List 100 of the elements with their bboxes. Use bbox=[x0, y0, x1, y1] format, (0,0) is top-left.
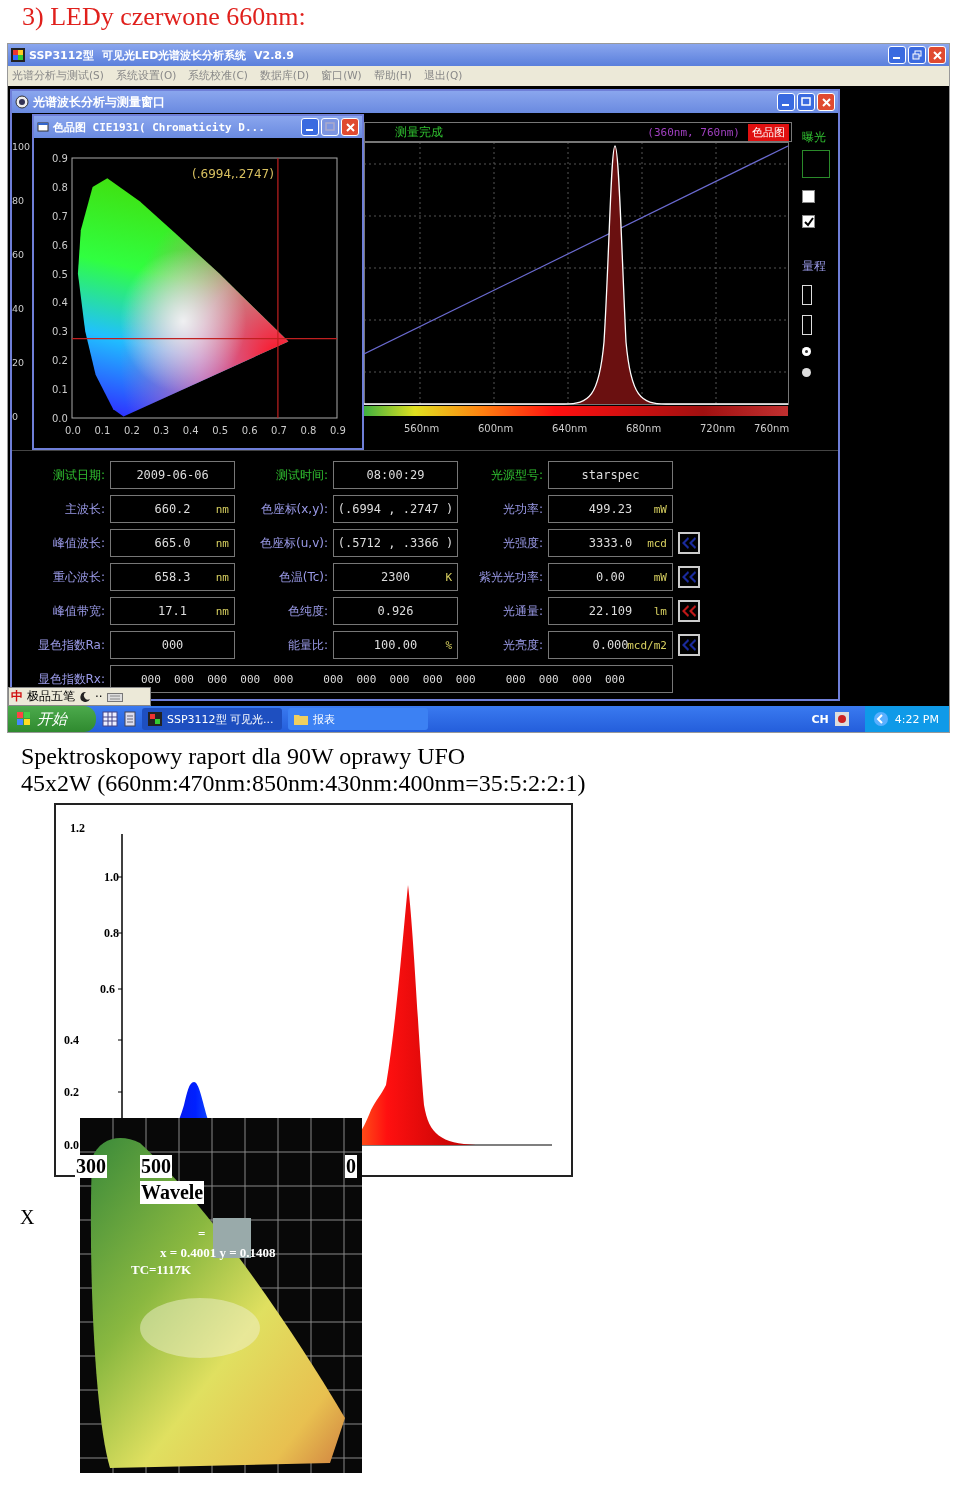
restore-button[interactable] bbox=[908, 46, 926, 64]
checkbox[interactable] bbox=[802, 190, 815, 203]
tick-label: 1.2 bbox=[70, 821, 85, 835]
field-label: 色温(Tc): bbox=[277, 568, 328, 586]
field-label: 光亮度: bbox=[501, 636, 543, 654]
value-field: 660.2 nm bbox=[110, 495, 235, 523]
tick-label: 0.3 bbox=[52, 326, 68, 338]
close-button[interactable] bbox=[341, 118, 359, 136]
caption-line: Spektroskopowy raport dla 90W oprawy UFO bbox=[21, 743, 467, 770]
input-method-name: 极品五笔 bbox=[27, 688, 75, 705]
close-icon bbox=[932, 50, 942, 60]
tick-label: 640nm bbox=[552, 423, 588, 434]
range-field[interactable] bbox=[802, 315, 812, 335]
tick-label: 0.0 bbox=[65, 425, 81, 436]
value-field: 000 bbox=[110, 631, 235, 659]
value-field: 000 000 000 000 000 000 000 000 000 000 000 000 000 000 bbox=[110, 665, 673, 693]
tick-label: 0.0 bbox=[52, 413, 68, 424]
radio-button[interactable] bbox=[802, 347, 811, 356]
language-indicator[interactable]: CH bbox=[811, 712, 829, 726]
taskbar-button[interactable]: 报表 bbox=[288, 708, 428, 730]
eye-icon bbox=[15, 95, 29, 109]
chevron-left-icon[interactable] bbox=[872, 711, 889, 727]
tick-label: 0.5 bbox=[52, 268, 68, 280]
tick-label: 560nm bbox=[404, 423, 440, 434]
start-button[interactable]: 开始 bbox=[8, 706, 96, 732]
tick-label: 0.0 bbox=[64, 1138, 79, 1152]
value-field: 658.3 nm bbox=[110, 563, 235, 591]
app-icon bbox=[148, 712, 162, 726]
collapse-button[interactable] bbox=[678, 634, 700, 656]
range-label: 量程 bbox=[802, 258, 826, 275]
radio-button[interactable] bbox=[802, 368, 811, 377]
range-field[interactable] bbox=[802, 285, 812, 305]
axis-label: 0 bbox=[12, 410, 20, 424]
caption-line: 45x2W (660nm:470nm:850nm:430nm:400nm=35:5:2:2:1) bbox=[21, 770, 587, 797]
tick-label: 0.7 bbox=[271, 425, 287, 436]
moon-icon[interactable] bbox=[79, 690, 91, 703]
tick-label: 1.0 bbox=[104, 870, 119, 884]
maximize-button[interactable] bbox=[321, 118, 339, 136]
field-label: 测试日期: bbox=[51, 466, 105, 484]
field-label: 色座标(x,y): bbox=[259, 500, 328, 518]
axis-mark: X bbox=[20, 1206, 35, 1229]
value-field: (.5712 , .3366 ) bbox=[333, 529, 458, 557]
axis-label: 20 bbox=[12, 356, 26, 370]
collapse-button[interactable] bbox=[678, 600, 700, 622]
minimize-button[interactable] bbox=[301, 118, 319, 136]
windows-flag-icon bbox=[16, 711, 32, 727]
menu-item[interactable]: 退出(Q) bbox=[423, 69, 463, 83]
restore-icon bbox=[912, 50, 922, 60]
taskbar-button[interactable]: SSP3112型 可见光... bbox=[142, 708, 282, 730]
punctuation-toggle[interactable]: ·· bbox=[95, 689, 103, 704]
maximize-button[interactable] bbox=[797, 93, 815, 111]
tick-label: 0.6 bbox=[241, 425, 258, 436]
menu-item[interactable]: 系统设置(O) bbox=[115, 69, 177, 83]
exposure-field[interactable] bbox=[802, 150, 830, 178]
exposure-label: 曝光 bbox=[802, 129, 826, 146]
menu-item[interactable]: 帮助(H) bbox=[373, 69, 412, 83]
field-label: 显色指数Ra: bbox=[36, 636, 105, 654]
value-field: starspec bbox=[548, 461, 673, 489]
menu-item[interactable]: 窗口(W) bbox=[321, 69, 362, 83]
menu-item[interactable]: 数据库(D) bbox=[259, 69, 310, 83]
keyboard-icon[interactable] bbox=[106, 690, 123, 703]
grid-icon[interactable] bbox=[102, 711, 118, 727]
tray-icon[interactable] bbox=[834, 712, 849, 726]
value-field: 0.00 mW bbox=[548, 563, 673, 591]
checkbox[interactable] bbox=[802, 215, 815, 228]
point-label: (.6994,.2747) bbox=[192, 167, 274, 181]
value-field: 22.109 lm bbox=[548, 597, 673, 625]
value-field: 08:00:29 bbox=[333, 461, 458, 489]
field-label: 峰值波长: bbox=[51, 534, 105, 552]
axis-label: 60 bbox=[12, 248, 26, 262]
menu-item[interactable]: 光谱分析与测试(S) bbox=[12, 69, 104, 83]
close-button[interactable] bbox=[928, 46, 946, 64]
value-field: 0.926 bbox=[333, 597, 458, 625]
tick-label: 0.9 bbox=[52, 153, 68, 164]
input-mode-toggle[interactable]: 中 bbox=[11, 688, 23, 705]
tick-label: 0.4 bbox=[52, 297, 68, 309]
value-field: 499.23 mW bbox=[548, 495, 673, 523]
menu-item[interactable]: 系统校准(C) bbox=[188, 69, 248, 83]
field-label: 能量比: bbox=[286, 636, 328, 654]
page-heading: 3) LEDy czerwone 660nm: bbox=[21, 1, 307, 33]
tick-label: 720nm bbox=[700, 423, 736, 434]
field-label: 光源型号: bbox=[489, 466, 543, 484]
document-icon[interactable] bbox=[124, 711, 136, 727]
value-field: 3333.0 mcd bbox=[548, 529, 673, 557]
check-icon bbox=[803, 216, 814, 227]
field-label: 测试时间: bbox=[274, 466, 328, 484]
value-field: 0.000mcd/m2 bbox=[548, 631, 673, 659]
chart-annotation: TC=1117K bbox=[131, 1262, 192, 1278]
chromaticity-button[interactable]: 色品图 bbox=[748, 123, 789, 141]
close-button[interactable] bbox=[817, 93, 835, 111]
tick-label: 600nm bbox=[478, 423, 514, 434]
collapse-button[interactable] bbox=[678, 566, 700, 588]
minimize-button[interactable] bbox=[777, 93, 795, 111]
axis-title: Wavele bbox=[140, 1181, 205, 1204]
tick-label: 300 bbox=[75, 1155, 107, 1178]
window-icon bbox=[37, 121, 49, 133]
minimize-button[interactable] bbox=[888, 46, 906, 64]
tick-label: 0.2 bbox=[123, 425, 140, 436]
axis-label: 100 bbox=[12, 140, 32, 154]
collapse-button[interactable] bbox=[678, 532, 700, 554]
